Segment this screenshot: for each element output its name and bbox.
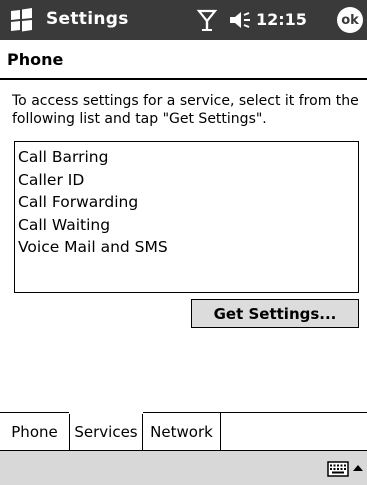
- list-item-caller-id[interactable]: Caller ID: [18, 169, 355, 192]
- instructions-text: To access settings for a service, select…: [12, 93, 359, 127]
- get-settings-button[interactable]: Get Settings...: [191, 299, 359, 328]
- list-item-call-forwarding[interactable]: Call Forwarding: [18, 191, 355, 214]
- list-item-call-barring[interactable]: Call Barring: [18, 146, 355, 169]
- tab-strip: Phone Services Network: [0, 411, 367, 451]
- list-item-call-waiting[interactable]: Call Waiting: [18, 214, 355, 237]
- clock[interactable]: 12:15: [256, 10, 307, 29]
- list-item-voice-mail-sms[interactable]: Voice Mail and SMS: [18, 236, 355, 259]
- windows-flag-icon[interactable]: [8, 7, 34, 33]
- signal-antenna-icon[interactable]: [196, 8, 218, 32]
- ok-button[interactable]: ok: [337, 7, 363, 33]
- tab-phone[interactable]: Phone: [0, 413, 70, 451]
- speaker-icon[interactable]: [228, 10, 252, 30]
- app-title: Settings: [46, 9, 129, 29]
- tab-network[interactable]: Network: [143, 413, 221, 451]
- services-listbox[interactable]: Call Barring Caller ID Call Forwarding C…: [14, 141, 359, 293]
- header-divider: [0, 78, 367, 80]
- title-bar: Settings 12:15 ok: [0, 0, 367, 40]
- keyboard-icon[interactable]: [327, 461, 349, 477]
- up-arrow-icon[interactable]: [352, 460, 364, 478]
- menu-bar: [0, 450, 367, 485]
- tab-services[interactable]: Services: [69, 411, 143, 451]
- page-title: Phone: [7, 50, 64, 69]
